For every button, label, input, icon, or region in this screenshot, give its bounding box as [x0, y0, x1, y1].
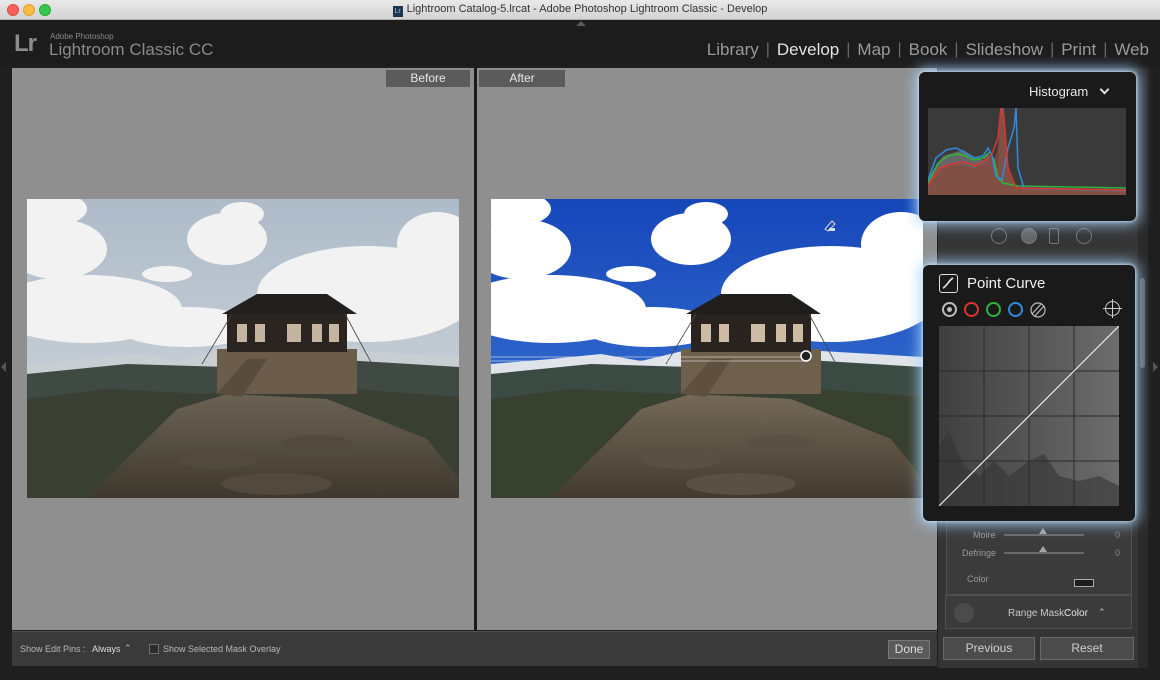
- moire-slider-thumb[interactable]: [1039, 528, 1047, 534]
- previous-button[interactable]: Previous: [943, 637, 1035, 660]
- moire-value[interactable]: 0: [1115, 530, 1120, 540]
- defringe-value[interactable]: 0: [1115, 548, 1120, 558]
- blue-channel-button[interactable]: [1008, 302, 1023, 317]
- after-label: After: [479, 70, 565, 87]
- range-mask-toggle-icon[interactable]: [954, 603, 974, 623]
- mask-overlay-checkbox[interactable]: [149, 644, 159, 654]
- color-range-sampler-icon[interactable]: [824, 217, 838, 231]
- graduated-filter-icon[interactable]: [1049, 228, 1059, 244]
- module-library[interactable]: Library: [700, 40, 766, 60]
- before-photo[interactable]: [27, 199, 459, 498]
- module-map[interactable]: Map: [850, 40, 897, 60]
- defringe-slider-track[interactable]: [1004, 552, 1084, 554]
- point-curve-graph[interactable]: [939, 326, 1119, 506]
- module-print[interactable]: Print: [1054, 40, 1103, 60]
- title-bar: Lr Lightroom Catalog-5.lrcat - Adobe Phot…: [0, 0, 1160, 20]
- viewer-toolbar: Show Edit Pins : Always ⌃ Show Selected …: [12, 631, 937, 666]
- window-title-text: Lightroom Catalog-5.lrcat - Adobe Photos…: [406, 3, 768, 15]
- range-mask-select-arrow-icon[interactable]: ⌃: [1098, 607, 1106, 618]
- edit-point-curve-glyph: [1030, 302, 1046, 318]
- chevron-down-icon[interactable]: [1099, 84, 1110, 95]
- done-button[interactable]: Done: [888, 640, 930, 659]
- document-icon: Lr: [392, 6, 403, 17]
- brand-product: Lightroom Classic CC: [49, 40, 214, 59]
- histogram-title: Histogram: [1029, 84, 1089, 99]
- moire-label: Moire: [973, 530, 996, 540]
- color-swatch[interactable]: [1074, 579, 1094, 587]
- point-curve-panel: Point Curve: [923, 265, 1135, 521]
- after-photo[interactable]: [491, 199, 923, 498]
- edit-pins-label: Show Edit Pins :: [20, 644, 86, 654]
- point-curve-icon[interactable]: [939, 274, 958, 293]
- edit-pins-select-arrow-icon[interactable]: ⌃: [124, 643, 132, 654]
- module-header: Lr Adobe Photoshop Lightroom Classic CC …: [0, 20, 1160, 66]
- reset-button[interactable]: Reset: [1040, 637, 1134, 660]
- before-label: Before: [386, 70, 470, 87]
- lightroom-window: Lr Lightroom Catalog-5.lrcat - Adobe Phot…: [0, 0, 1160, 680]
- targeted-adjustment-icon[interactable]: [1103, 299, 1122, 318]
- module-picker: Library | Develop | Map | Book | Slidesh…: [700, 40, 1156, 60]
- right-panel-scrollbar[interactable]: [1138, 68, 1148, 668]
- collapse-left-panel-icon[interactable]: [1, 362, 6, 372]
- panel-button-row: Previous Reset: [943, 637, 1135, 661]
- color-label: Color: [967, 574, 989, 584]
- lens-corrections-sliders: Moire 0 Defringe 0 Color: [946, 523, 1132, 595]
- range-mask-section: Range Mask : Color ⌃: [945, 595, 1132, 629]
- mask-overlay-label: Show Selected Mask Overlay: [163, 644, 281, 654]
- module-slideshow[interactable]: Slideshow: [959, 40, 1051, 60]
- spot-removal-tool-icon[interactable]: [991, 228, 1007, 244]
- module-develop[interactable]: Develop: [770, 40, 846, 60]
- module-web[interactable]: Web: [1107, 40, 1156, 60]
- after-photo-image: [491, 199, 923, 498]
- histogram-panel: Histogram: [919, 72, 1136, 221]
- range-mask-label: Range Mask :: [1008, 608, 1070, 619]
- before-photo-image: [27, 199, 459, 498]
- point-curve-title: Point Curve: [967, 275, 1046, 292]
- selected-channel-dot: [947, 307, 952, 312]
- red-channel-button[interactable]: [964, 302, 979, 317]
- defringe-label: Defringe: [962, 548, 997, 558]
- moire-slider-track[interactable]: [1004, 534, 1084, 536]
- window-title: Lr Lightroom Catalog-5.lrcat - Adobe Phot…: [0, 3, 1160, 17]
- module-book[interactable]: Book: [902, 40, 955, 60]
- before-after-viewer: Before After: [12, 68, 937, 630]
- defringe-slider-thumb[interactable]: [1039, 546, 1047, 552]
- curve-glyph: [942, 277, 954, 289]
- edit-pins-select[interactable]: Always: [92, 644, 121, 654]
- lightroom-logo: Lr: [14, 30, 37, 57]
- histogram-graph[interactable]: [928, 108, 1126, 195]
- right-panel-scroll-thumb[interactable]: [1140, 278, 1145, 368]
- radial-filter-icon[interactable]: [1076, 228, 1092, 244]
- red-eye-tool-icon[interactable]: [1021, 228, 1037, 244]
- edit-point-curve-icon[interactable]: [1029, 301, 1047, 319]
- viewer-divider: [474, 68, 477, 630]
- mask-pin[interactable]: [801, 351, 813, 363]
- collapse-right-panel-icon[interactable]: [1153, 362, 1158, 372]
- green-channel-button[interactable]: [986, 302, 1001, 317]
- collapse-top-panel-icon[interactable]: [576, 21, 586, 26]
- range-mask-select[interactable]: Color: [1064, 608, 1088, 619]
- tool-strip: [946, 218, 1132, 254]
- rgb-channel-button[interactable]: [942, 302, 957, 317]
